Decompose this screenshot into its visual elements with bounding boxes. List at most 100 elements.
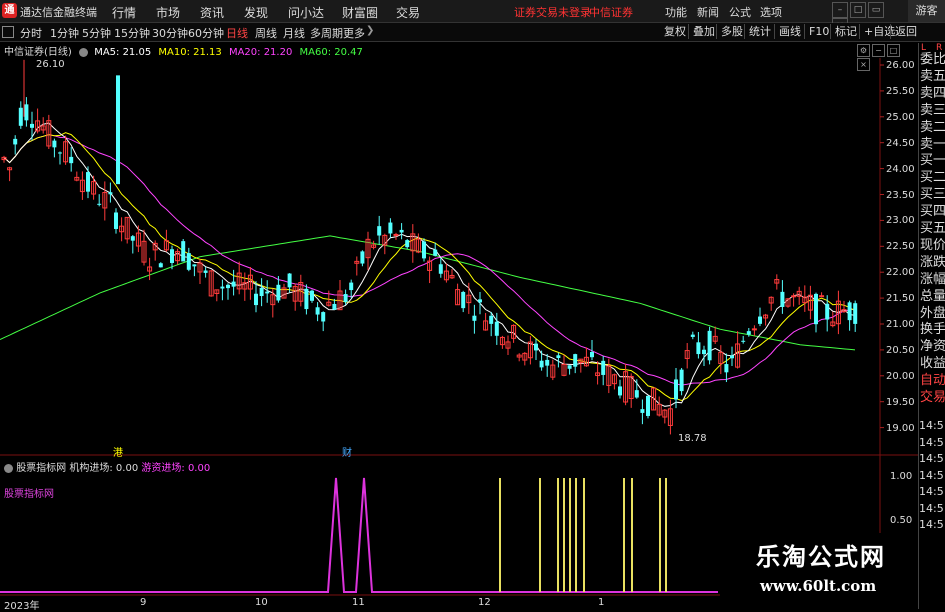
candle-body[interactable]	[461, 291, 466, 309]
candle-body[interactable]	[618, 386, 622, 396]
candle-body[interactable]	[203, 270, 208, 273]
price-tick-6: 23.00	[886, 215, 915, 227]
side-item-2: 卖四	[920, 85, 945, 101]
event-marker-2[interactable]: 财	[342, 444, 352, 459]
candle-body[interactable]	[494, 321, 499, 336]
candle-body[interactable]	[539, 360, 544, 368]
candle-body[interactable]	[780, 291, 785, 307]
candle-body[interactable]	[158, 263, 163, 268]
candle-body[interactable]	[86, 172, 90, 192]
candle-body[interactable]	[254, 293, 258, 306]
candle-body[interactable]	[791, 295, 797, 298]
candle-body[interactable]	[405, 240, 410, 248]
candle-body[interactable]	[847, 302, 852, 321]
candle-body[interactable]	[746, 331, 751, 335]
candle-body[interactable]	[433, 249, 438, 256]
candle-body[interactable]	[259, 287, 264, 297]
settings-icon[interactable]: ⚙	[857, 44, 870, 57]
candle-body[interactable]	[590, 351, 594, 358]
candle-body[interactable]	[758, 316, 762, 324]
candle-body[interactable]	[287, 273, 292, 288]
candle-body[interactable]	[343, 294, 348, 303]
candle-body[interactable]	[534, 343, 538, 351]
candle-body[interactable]	[388, 222, 393, 234]
price-tick-3: 24.50	[886, 137, 915, 149]
candle-body[interactable]	[646, 395, 650, 416]
candle-body[interactable]	[69, 156, 74, 164]
candle-body[interactable]	[13, 138, 18, 145]
candle-body[interactable]	[825, 303, 830, 320]
candle-body[interactable]	[360, 251, 365, 264]
side-item-15: 外盘	[920, 305, 945, 321]
candle-body[interactable]	[399, 229, 404, 233]
candle-body[interactable]	[321, 312, 326, 322]
candle-body[interactable]	[640, 409, 645, 413]
candle-body[interactable]	[231, 281, 236, 287]
candle-body[interactable]	[690, 334, 695, 337]
candle-body[interactable]	[707, 330, 712, 361]
side-time-2: 14:5	[919, 452, 944, 465]
candle-body[interactable]	[567, 365, 572, 369]
candle-body[interactable]	[114, 212, 118, 229]
watermark: 乐淘公式网 www.60lt.com	[720, 533, 918, 609]
candle-body[interactable]	[30, 123, 34, 128]
candle-body[interactable]	[545, 359, 550, 366]
candle-body[interactable]	[601, 360, 606, 375]
side-item-20[interactable]: 交易	[920, 389, 945, 406]
candle-body[interactable]	[18, 107, 23, 126]
candle-body[interactable]	[332, 303, 337, 310]
candle-body[interactable]	[52, 140, 57, 148]
candle-body[interactable]	[814, 293, 818, 325]
candle-body[interactable]	[679, 369, 684, 392]
close-pane-icon[interactable]: ×	[857, 58, 870, 71]
minus-icon[interactable]: −	[872, 44, 885, 57]
candle-body[interactable]	[741, 340, 746, 342]
candle-body[interactable]	[24, 104, 29, 121]
side-item-19[interactable]: 自动	[920, 372, 945, 389]
ma20-value: MA20: 21.20	[228, 47, 293, 58]
candle-body[interactable]	[220, 286, 225, 289]
candle-body[interactable]	[315, 307, 320, 315]
candle-body[interactable]	[192, 264, 197, 267]
candle-body[interactable]	[702, 349, 706, 355]
candle-body[interactable]	[310, 290, 314, 301]
candle-body[interactable]	[674, 379, 678, 400]
kline-chart[interactable]	[0, 0, 945, 609]
candle-body[interactable]	[58, 152, 62, 154]
candle-body[interactable]	[265, 291, 270, 294]
indicator-dot-icon[interactable]	[4, 463, 13, 473]
candle-body[interactable]	[819, 295, 825, 298]
candle-body[interactable]	[489, 315, 494, 324]
settings-dot-icon[interactable]	[79, 47, 88, 57]
candle-body[interactable]	[130, 236, 135, 241]
candle-body[interactable]	[478, 299, 482, 303]
candle-body[interactable]	[696, 342, 701, 355]
candle-body[interactable]	[853, 303, 858, 324]
candle-body[interactable]	[422, 241, 426, 259]
candle-body[interactable]	[304, 288, 309, 310]
candle-body[interactable]	[181, 241, 186, 262]
candle-body[interactable]	[170, 249, 174, 263]
candle-body[interactable]	[472, 315, 477, 321]
price-tick-5: 23.50	[886, 189, 915, 201]
price-tick-14: 19.00	[886, 422, 915, 434]
candle-body[interactable]	[634, 390, 639, 398]
candle-body[interactable]	[349, 282, 354, 291]
candle-body[interactable]	[730, 355, 734, 359]
candle-body[interactable]	[393, 233, 399, 236]
candle-body[interactable]	[724, 364, 729, 373]
candle-body[interactable]	[97, 203, 102, 205]
candle-body[interactable]	[116, 75, 120, 185]
candle-body[interactable]	[226, 284, 230, 289]
box-icon[interactable]: □	[887, 44, 900, 57]
candle-body[interactable]	[108, 192, 113, 195]
candle-body[interactable]	[276, 284, 281, 301]
candle-body[interactable]	[186, 253, 191, 270]
candle-body[interactable]	[751, 328, 757, 331]
event-marker-1[interactable]: 港	[113, 444, 123, 459]
candle-body[interactable]	[377, 226, 382, 236]
candle-body[interactable]	[556, 355, 561, 358]
candle-body[interactable]	[438, 264, 443, 274]
candle-body[interactable]	[573, 354, 578, 367]
chart-corner-buttons: ⚙ − □ ×	[857, 43, 912, 71]
